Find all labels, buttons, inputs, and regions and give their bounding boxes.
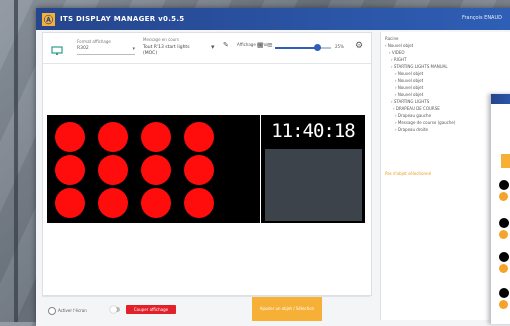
tree-item[interactable]: › Drapeau droite: [395, 127, 428, 133]
secondary-title-bar: [491, 94, 510, 104]
tree-item[interactable]: › RIGHT: [391, 57, 406, 63]
secondary-led-orange: [499, 264, 508, 273]
clock-panel[interactable]: 11:40:18: [261, 115, 365, 223]
secondary-led-orange: [499, 192, 508, 201]
edit-icon[interactable]: ✎: [223, 41, 229, 49]
tree-item-label: › STARTING LIGHTS MANUAL: [391, 64, 448, 69]
monitor-icon[interactable]: [51, 41, 63, 60]
tree-item-label: › Nouvel objet: [395, 85, 424, 90]
message-select[interactable]: Tout R'13 start lights (MOC): [143, 45, 205, 57]
gear-icon[interactable]: ⚙: [355, 41, 363, 51]
secondary-window[interactable]: [490, 94, 510, 324]
tree-item-label: › DRAPEAU DE COURSE: [393, 106, 440, 111]
format-label: Format affichage: [77, 39, 111, 44]
led-light: [55, 122, 85, 152]
user-name[interactable]: François ENAUD: [462, 15, 502, 21]
clock-sub-panel[interactable]: [265, 149, 362, 221]
led-panel[interactable]: [47, 115, 260, 223]
tree-item[interactable]: › Nouvel objet: [395, 85, 423, 91]
svg-text:Ⓐ: Ⓐ: [43, 14, 52, 26]
app-logo-icon: Ⓐ: [41, 12, 55, 26]
tree-item-label: › Drapeau droite: [395, 127, 428, 132]
live-label: Activer l'écran: [58, 308, 87, 313]
led-light: [141, 188, 171, 218]
tree-item[interactable]: › Nouvel objet: [395, 78, 423, 84]
tree-item[interactable]: › Nouvel objet: [385, 43, 413, 49]
flip-toggle[interactable]: Affichage miroir: [237, 42, 269, 47]
tree-item-label: › Nouvel objet: [395, 71, 424, 76]
title-bar: Ⓐ ITS DISPLAY MANAGER v0.5.5 François EN…: [36, 8, 510, 30]
tree-item-label: Racine: [385, 36, 399, 41]
led-light: [141, 155, 171, 185]
tree-item[interactable]: › STARTING LIGHTS MANUAL: [391, 64, 448, 70]
chevron-down-icon: ▾: [132, 46, 135, 52]
tree-item-label: › Nouvel objet: [385, 43, 414, 48]
background-window-edge: [14, 0, 18, 322]
message-label: Message en cours: [143, 37, 179, 42]
secondary-led-black: [499, 252, 509, 262]
clock-display: 11:40:18: [271, 120, 356, 142]
list-icon[interactable]: ≡: [267, 41, 273, 49]
secondary-led-black: [499, 218, 509, 228]
secondary-orange-block[interactable]: [501, 154, 510, 168]
led-light: [184, 155, 214, 185]
tree-item-label: › VIDEO: [389, 50, 405, 55]
tree-item-label: › Message de course (gauche): [395, 120, 456, 125]
cut-display-button[interactable]: Couper affichage: [126, 305, 176, 314]
bottom-bar: Activer l'écran Couper affichage Ajouter…: [42, 296, 370, 321]
led-light: [184, 122, 214, 152]
led-light: [184, 188, 214, 218]
tree-item[interactable]: › VIDEO: [389, 50, 405, 56]
led-grid: [55, 122, 225, 218]
tree-item[interactable]: › DRAPEAU DE COURSE: [393, 106, 440, 112]
no-object-text: Pas d'objet sélectionné: [385, 171, 432, 176]
preview-panel: Format affichage R302 ▾ Message en cours…: [42, 32, 372, 296]
tree-item[interactable]: › STARTING LIGHTS: [391, 99, 429, 105]
led-light: [55, 188, 85, 218]
zoom-value: 25%: [335, 44, 344, 49]
secondary-led-black: [499, 180, 509, 190]
secondary-led-black: [499, 288, 509, 298]
secondary-led-orange: [499, 300, 508, 309]
tree-item-label: › Drapeau gauche: [395, 113, 432, 118]
led-light: [98, 155, 128, 185]
live-toggle[interactable]: [110, 306, 120, 313]
add-object-button[interactable]: Ajouter un objet / Sélection: [252, 297, 322, 321]
tree-item[interactable]: Racine: [385, 36, 398, 42]
format-value: R302: [77, 46, 89, 51]
zoom-slider[interactable]: [275, 44, 331, 51]
zoom-slider-fill: [275, 47, 317, 49]
preview-toolbar: Format affichage R302 ▾ Message en cours…: [43, 33, 371, 64]
led-light: [98, 188, 128, 218]
tree-item[interactable]: › Nouvel objet: [395, 92, 423, 98]
format-select[interactable]: R302 ▾: [77, 46, 135, 55]
app-title: ITS DISPLAY MANAGER v0.5.5: [60, 15, 185, 23]
chevron-down-icon[interactable]: ▾: [211, 43, 215, 51]
tree-item[interactable]: › Nouvel objet: [395, 71, 423, 77]
led-light: [55, 155, 85, 185]
led-light: [98, 122, 128, 152]
tree-item-label: › Nouvel objet: [395, 78, 424, 83]
secondary-led-orange: [499, 230, 508, 239]
live-radio[interactable]: [48, 307, 56, 315]
tree-item-label: › STARTING LIGHTS: [391, 99, 430, 104]
led-light: [141, 122, 171, 152]
tree-item[interactable]: › Message de course (gauche): [395, 120, 455, 126]
grid-icon[interactable]: ▦: [257, 41, 264, 49]
zoom-slider-handle[interactable]: [314, 44, 321, 51]
tree-item-label: › Nouvel objet: [395, 92, 424, 97]
tree-item-label: › RIGHT: [391, 57, 407, 62]
tree-item[interactable]: › Drapeau gauche: [395, 113, 431, 119]
app-window: Ⓐ ITS DISPLAY MANAGER v0.5.5 François EN…: [36, 8, 510, 326]
